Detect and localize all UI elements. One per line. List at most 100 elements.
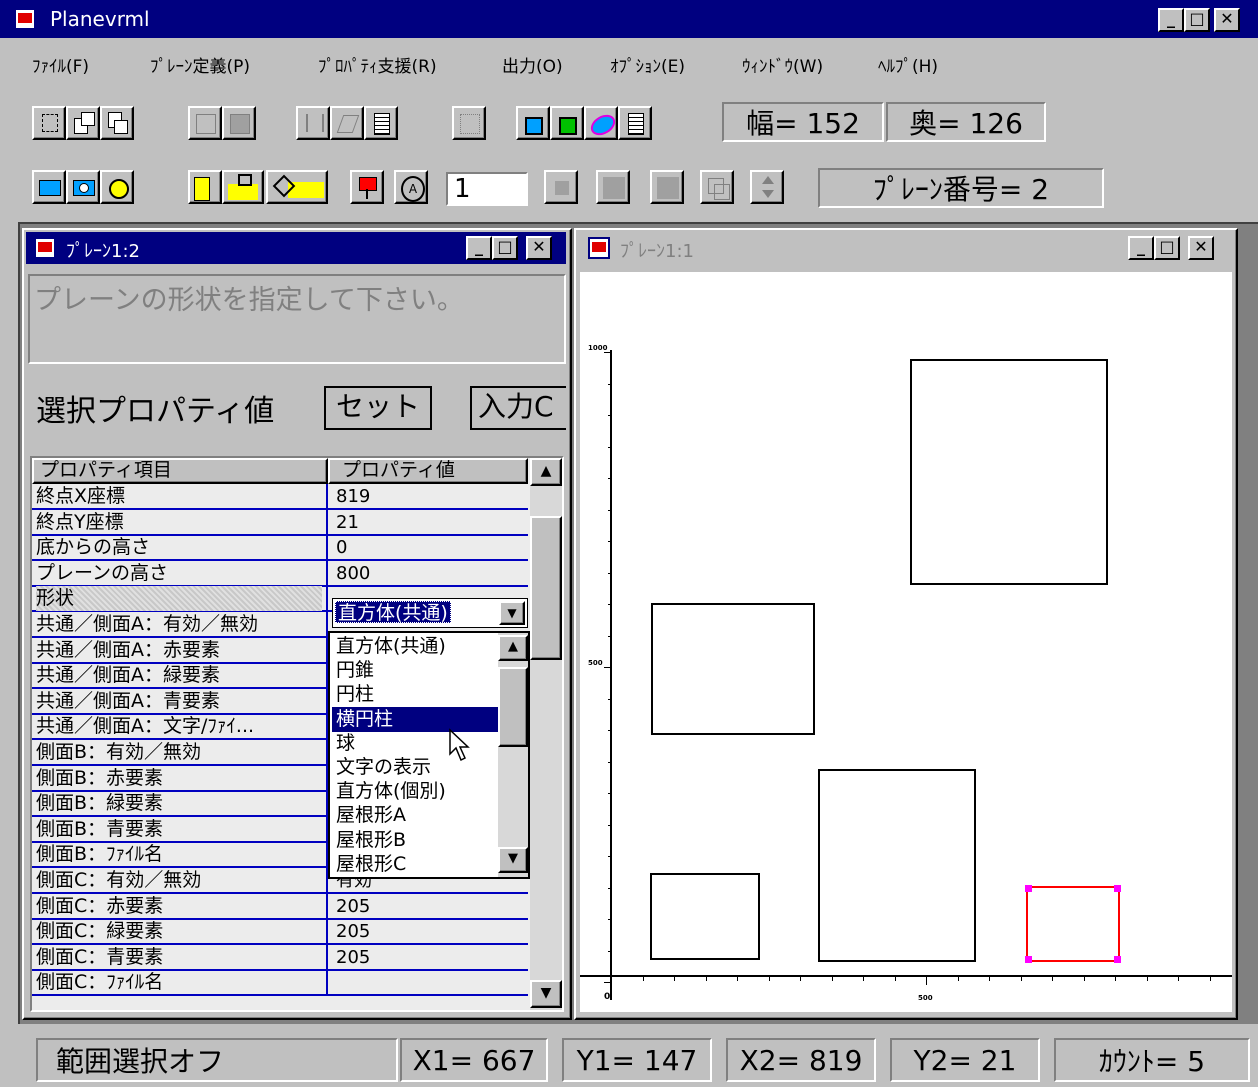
property-value-cell[interactable]: 205 — [336, 894, 370, 919]
overlap-button[interactable] — [700, 170, 734, 204]
spin-button[interactable] — [750, 170, 784, 204]
property-value-cell[interactable]: 819 — [336, 484, 370, 509]
mirror-button[interactable] — [296, 106, 330, 140]
copy-button[interactable] — [66, 106, 100, 140]
close-icon[interactable]: ✕ — [1188, 236, 1214, 260]
combo-dropdown-arrow[interactable]: ▼ — [499, 601, 525, 625]
maximize-icon[interactable]: □ — [1184, 8, 1210, 32]
paste-button[interactable] — [100, 106, 134, 140]
resize-handle[interactable] — [1025, 885, 1032, 892]
table-row[interactable]: 側面C：ﾌｧｲﾙ名 — [32, 970, 528, 997]
dropdown-option[interactable]: 屋根形A — [332, 803, 498, 828]
column-separator — [326, 535, 328, 562]
scroll-thumb[interactable] — [530, 516, 562, 660]
input-c-button[interactable]: 入力C — [470, 386, 566, 430]
dropdown-option[interactable]: 直方体(共通) — [332, 634, 498, 659]
dropdown-option[interactable]: 円柱 — [332, 682, 498, 707]
minimize-icon[interactable]: _ — [1128, 236, 1154, 260]
text-rotate-button[interactable]: A — [394, 170, 428, 204]
dropdown-scroll-down[interactable]: ▼ — [498, 847, 528, 873]
ellipse-button[interactable] — [584, 106, 619, 140]
resize-handle[interactable] — [1114, 956, 1121, 963]
table-row[interactable]: 終点X座標 819 — [32, 484, 528, 510]
property-window-titlebar[interactable]: ﾌﾟﾚｰﾝ1:2 _ □ ✕ — [26, 232, 566, 264]
plane-rect[interactable] — [818, 769, 976, 962]
close-icon[interactable]: ✕ — [1214, 8, 1240, 32]
box-3d-green-button[interactable] — [550, 106, 584, 140]
x-axis-tick — [831, 977, 833, 981]
menu-help[interactable]: ﾍﾙﾌﾟ(H) — [878, 52, 938, 77]
set-button[interactable]: セット — [324, 386, 432, 430]
menu-option[interactable]: ｵﾌﾟｼｮﾝ(E) — [610, 52, 685, 77]
yellow-bar-button[interactable] — [188, 170, 222, 204]
plane-window-titlebar[interactable]: ﾌﾟﾚｰﾝ1:1 _ □ ✕ — [578, 232, 1232, 264]
table-row[interactable]: 終点Y座標 21 — [32, 509, 528, 536]
maximize-icon[interactable]: □ — [492, 236, 518, 260]
plane-rect[interactable] — [910, 359, 1108, 585]
column-header-value[interactable]: プロパティ値 — [328, 458, 528, 484]
document-button[interactable] — [618, 106, 652, 140]
yellow-tag-button[interactable] — [266, 170, 328, 204]
column-header-item[interactable]: プロパティ項目 — [32, 458, 328, 484]
dropdown-option[interactable]: 屋根形C — [332, 852, 498, 877]
property-value-cell[interactable]: 0 — [336, 535, 347, 560]
skew-button[interactable] — [330, 106, 364, 140]
y-axis — [610, 350, 612, 1000]
table-row[interactable]: 側面C：青要素 205 — [32, 944, 528, 971]
globe-button[interactable] — [100, 170, 134, 204]
number-input[interactable]: 1 — [446, 172, 528, 206]
property-value-cell[interactable]: 205 — [336, 919, 370, 944]
window-icon[interactable] — [34, 237, 56, 259]
shape-combo-box[interactable]: 直方体(共通) ▼ — [332, 598, 528, 628]
dropdown-option[interactable]: 屋根形B — [332, 828, 498, 853]
maximize-icon[interactable]: □ — [1154, 236, 1180, 260]
chart-button[interactable] — [32, 170, 66, 204]
menu-file[interactable]: ﾌｧｲﾙ(F) — [32, 52, 89, 77]
app-title-bar[interactable]: Planevrml _ □ ✕ — [0, 0, 1258, 38]
list-button[interactable] — [364, 106, 398, 140]
minimize-icon[interactable]: _ — [466, 236, 492, 260]
table-row[interactable]: 底からの高さ 0 — [32, 535, 528, 562]
scroll-up-button[interactable]: ▲ — [530, 458, 562, 486]
step-button[interactable] — [544, 170, 578, 204]
camera-button[interactable] — [66, 170, 100, 204]
solid-button[interactable] — [596, 170, 630, 204]
fill-frame-button[interactable] — [222, 106, 256, 140]
box-3d-button[interactable] — [516, 106, 550, 140]
close-icon[interactable]: ✕ — [526, 236, 552, 260]
menu-property-support[interactable]: ﾌﾟﾛﾊﾟﾃｨ支援(R) — [318, 52, 437, 77]
property-value-cell[interactable]: 800 — [336, 561, 370, 586]
scroll-down-button[interactable]: ▼ — [530, 980, 562, 1008]
new-plane-button[interactable] — [32, 106, 66, 140]
window-icon[interactable] — [588, 237, 610, 259]
dropdown-option[interactable]: 直方体(個別) — [332, 779, 498, 804]
frame-button[interactable] — [188, 106, 222, 140]
menu-plane-define[interactable]: ﾌﾟﾚｰﾝ定義(P) — [150, 52, 250, 77]
table-row[interactable]: 側面C：赤要素 205 — [32, 893, 528, 920]
selected-plane-rect[interactable] — [1025, 885, 1121, 963]
dropdown-scrollbar[interactable]: ▲ ▼ — [498, 633, 528, 877]
menu-output[interactable]: 出力(O) — [502, 52, 563, 77]
app-icon[interactable] — [14, 8, 36, 30]
resize-handle[interactable] — [1114, 885, 1121, 892]
property-value-cell[interactable]: 205 — [336, 945, 370, 970]
yellow-stand-button[interactable] — [222, 170, 264, 204]
table-row[interactable]: 側面C：緑要素 205 — [32, 919, 528, 946]
property-value-cell[interactable]: 21 — [336, 510, 359, 535]
grid-button[interactable] — [452, 106, 486, 140]
dropdown-scroll-up[interactable]: ▲ — [498, 635, 528, 661]
dropdown-option[interactable]: 円錐 — [332, 658, 498, 683]
resize-handle[interactable] — [1025, 956, 1032, 963]
property-item-cell: 側面B：ﾌｧｲﾙ名 — [36, 843, 164, 866]
plane-canvas[interactable]: 1000 500 500 0 — [580, 272, 1232, 1012]
menu-window[interactable]: ｳｨﾝﾄﾞｳ(W) — [742, 52, 823, 77]
marker-button[interactable] — [350, 170, 384, 204]
shape-dropdown-list[interactable]: 直方体(共通) 円錐 円柱 横円柱球文字の表示 直方体(個別) 屋根形A 屋根形B 屋根形C … — [328, 631, 530, 879]
table-row[interactable]: プレーンの高さ 800 — [32, 560, 528, 587]
grid-scrollbar[interactable]: ▲ ▼ — [530, 458, 562, 1010]
plane-rect[interactable] — [650, 873, 760, 960]
fill-button[interactable] — [650, 170, 684, 204]
plane-rect[interactable] — [651, 603, 815, 735]
minimize-icon[interactable]: _ — [1158, 8, 1184, 32]
dropdown-scroll-thumb[interactable] — [498, 667, 528, 747]
